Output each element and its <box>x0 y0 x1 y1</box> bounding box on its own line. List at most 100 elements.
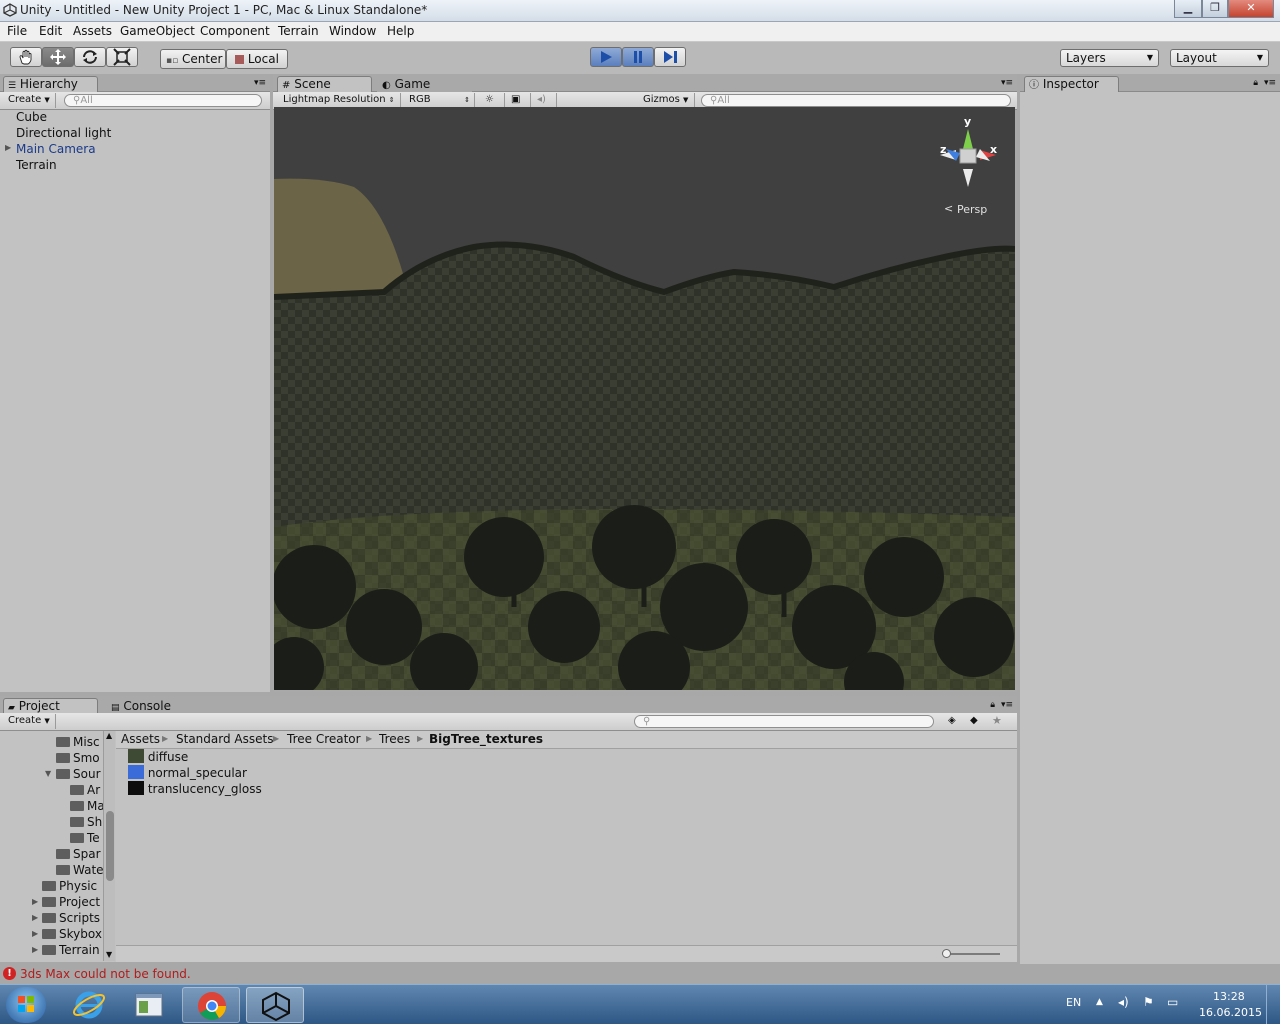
hierarchy-create-button[interactable]: Create ▼ <box>4 93 56 108</box>
taskbar-file-explorer[interactable] <box>120 987 178 1023</box>
tab-scene[interactable]: # Scene <box>277 76 372 92</box>
step-button[interactable] <box>654 47 686 67</box>
maximize-button[interactable]: ❐ <box>1202 0 1228 18</box>
menu-terrain[interactable]: Terrain <box>278 24 319 38</box>
list-item[interactable]: translucency_gloss <box>128 781 262 797</box>
start-button[interactable] <box>6 987 46 1023</box>
network-icon[interactable]: ▭ <box>1167 995 1178 1009</box>
thumbnail-size-slider[interactable] <box>942 949 1000 958</box>
breadcrumb-bigtree-textures[interactable]: BigTree_textures <box>429 731 543 747</box>
hierarchy-item-directional-light[interactable]: Directional light <box>16 126 111 140</box>
scene-search-input[interactable]: ⚲All <box>701 94 1011 107</box>
list-item[interactable]: diffuse <box>128 749 188 765</box>
scroll-down-icon[interactable]: ▼ <box>106 950 112 959</box>
flag-icon[interactable]: ⚑ <box>1143 995 1154 1009</box>
taskbar-internet-explorer[interactable] <box>60 987 118 1023</box>
lock-icon[interactable]: 🔒︎ <box>1253 78 1258 88</box>
status-message[interactable]: 3ds Max could not be found. <box>20 967 191 981</box>
expand-arrow-icon[interactable]: ▶ <box>32 945 38 954</box>
tree-item-ma[interactable]: Ma <box>70 799 104 813</box>
tab-inspector[interactable]: ⓘ Inspector <box>1024 76 1119 92</box>
show-desktop-button[interactable] <box>1266 985 1280 1024</box>
pause-button[interactable] <box>622 47 654 67</box>
filter-label-icon[interactable]: ◆ <box>970 715 978 726</box>
tab-console[interactable]: ▤ Console <box>106 698 201 714</box>
layers-dropdown[interactable]: Layers ▼ <box>1060 49 1159 67</box>
pivot-local-button[interactable]: Local <box>226 49 288 69</box>
panel-menu-icon[interactable]: ▾≡ <box>1001 700 1013 710</box>
hierarchy-item-terrain[interactable]: Terrain <box>16 158 57 172</box>
tree-item-project[interactable]: Project <box>42 895 100 909</box>
expand-arrow-icon[interactable]: ▶ <box>32 897 38 906</box>
scroll-thumb[interactable] <box>106 811 114 881</box>
tree-item-smo[interactable]: Smo <box>56 751 100 765</box>
lock-icon[interactable]: 🔒︎ <box>990 700 995 710</box>
projection-label[interactable]: Persp <box>957 203 987 216</box>
scene-lighting-toggle[interactable]: ☼ <box>481 93 505 108</box>
speaker-icon[interactable]: ◂) <box>1118 995 1129 1009</box>
tree-item-sh[interactable]: Sh <box>70 815 102 829</box>
clock-time[interactable]: 13:28 <box>1213 990 1245 1003</box>
expand-arrow-icon[interactable]: ▶ <box>32 929 38 938</box>
play-button[interactable] <box>590 47 622 67</box>
breadcrumb-trees[interactable]: Trees <box>379 731 410 747</box>
breadcrumb-tree-creator[interactable]: Tree Creator <box>287 731 361 747</box>
pivot-center-button[interactable]: ▪▫ Center <box>160 49 226 69</box>
tree-item-terrain[interactable]: Terrain <box>42 943 100 957</box>
tree-item-misc[interactable]: Misc <box>56 735 100 749</box>
expand-arrow-icon[interactable]: ▼ <box>45 769 51 778</box>
menu-window[interactable]: Window <box>329 24 376 38</box>
rotate-tool-button[interactable] <box>74 47 106 67</box>
taskbar-unity[interactable] <box>246 987 304 1023</box>
render-mode-dropdown[interactable]: Lightmap Resolution ⇕ <box>279 93 401 108</box>
show-hidden-icons-icon[interactable]: ▲ <box>1096 997 1103 1007</box>
menu-component[interactable]: Component <box>200 24 270 38</box>
scene-fx-toggle[interactable]: ▣ <box>507 93 531 108</box>
tab-project[interactable]: ▰ Project <box>3 698 98 714</box>
menu-edit[interactable]: Edit <box>39 24 62 38</box>
hierarchy-search-input[interactable]: ⚲All <box>64 94 262 107</box>
tab-hierarchy[interactable]: ☰ Hierarchy <box>3 76 98 92</box>
breadcrumb-standard-assets[interactable]: Standard Assets <box>176 731 273 747</box>
slider-thumb[interactable] <box>942 949 951 958</box>
tab-game[interactable]: ◐ Game <box>377 76 472 92</box>
list-item[interactable]: normal_specular <box>128 765 247 781</box>
tree-item-spar[interactable]: Spar <box>56 847 101 861</box>
language-indicator[interactable]: EN <box>1066 996 1081 1009</box>
hand-tool-button[interactable] <box>10 47 42 67</box>
scroll-up-icon[interactable]: ▲ <box>106 731 112 740</box>
taskbar-chrome[interactable] <box>182 987 240 1023</box>
clock-date[interactable]: 16.06.2015 <box>1199 1006 1262 1019</box>
minimize-button[interactable]: ▁ <box>1174 0 1202 18</box>
tree-item-te[interactable]: Te <box>70 831 100 845</box>
hierarchy-item-cube[interactable]: Cube <box>16 110 47 124</box>
filter-type-icon[interactable]: ◈ <box>948 715 956 726</box>
menu-assets[interactable]: Assets <box>73 24 112 38</box>
color-mode-dropdown[interactable]: RGB ⇕ <box>405 93 475 108</box>
menu-file[interactable]: File <box>7 24 27 38</box>
hierarchy-item-main-camera[interactable]: Main Camera <box>16 142 96 156</box>
tree-item-skybox[interactable]: Skybox <box>42 927 102 941</box>
layout-dropdown[interactable]: Layout ▼ <box>1170 49 1269 67</box>
scene-audio-toggle[interactable]: ◂) <box>533 93 557 108</box>
gizmos-dropdown[interactable]: Gizmos ▼ <box>639 93 695 108</box>
breadcrumb-assets[interactable]: Assets <box>121 731 160 747</box>
tree-item-ar[interactable]: Ar <box>70 783 100 797</box>
scale-tool-button[interactable] <box>106 47 138 67</box>
tree-item-physic[interactable]: Physic <box>42 879 97 893</box>
panel-menu-icon[interactable]: ▾≡ <box>254 78 266 88</box>
project-create-button[interactable]: Create ▼ <box>4 714 56 729</box>
expand-arrow-icon[interactable]: ▶ <box>5 143 11 152</box>
scene-viewport[interactable]: y x z < Persp <box>274 107 1015 690</box>
menu-gameobject[interactable]: GameObject <box>120 24 195 38</box>
tree-item-sour[interactable]: Sour <box>56 767 101 781</box>
menu-help[interactable]: Help <box>387 24 414 38</box>
tree-item-wate[interactable]: Wate <box>56 863 104 877</box>
favorite-star-icon[interactable]: ★ <box>992 714 1002 727</box>
move-tool-button[interactable] <box>42 47 74 67</box>
tree-item-scripts[interactable]: Scripts <box>42 911 100 925</box>
project-search-input[interactable]: ⚲ <box>634 715 934 728</box>
close-button[interactable]: ✕ <box>1228 0 1274 18</box>
panel-menu-icon[interactable]: ▾≡ <box>1264 78 1276 88</box>
panel-menu-icon[interactable]: ▾≡ <box>1001 78 1013 88</box>
